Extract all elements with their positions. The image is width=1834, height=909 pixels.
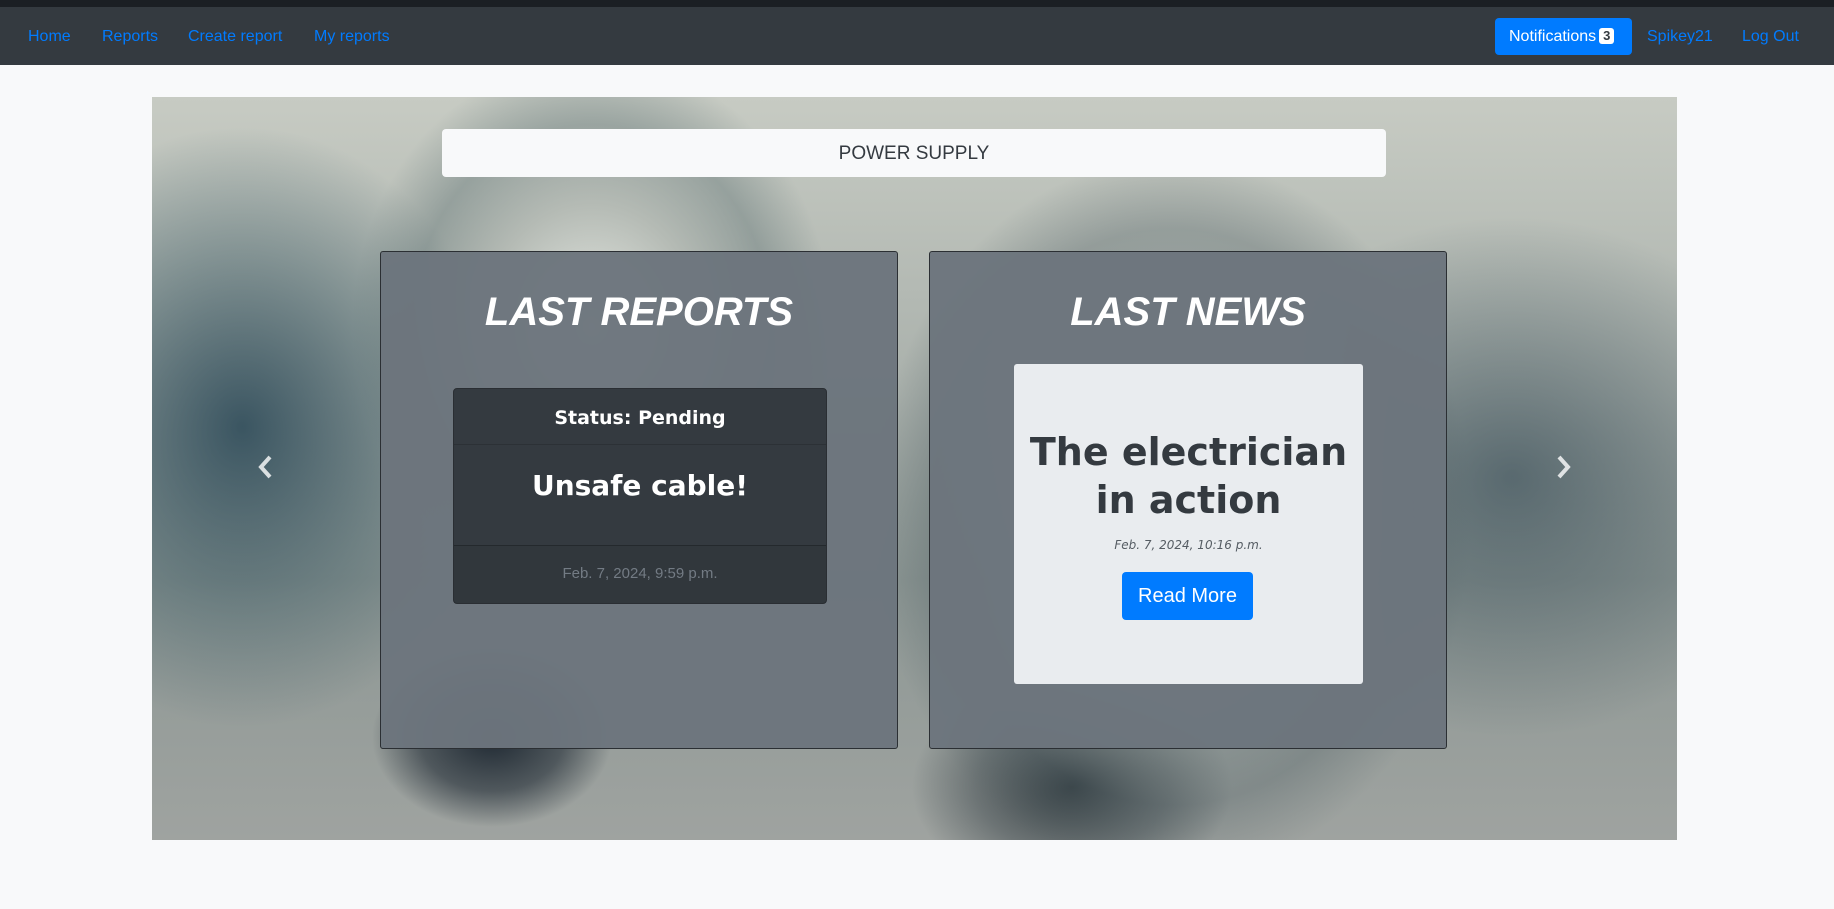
chevron-right-icon	[1557, 455, 1571, 479]
logout-link[interactable]: Log Out	[1742, 7, 1799, 65]
last-news-panel: LAST NEWS The electrician in action Feb.…	[929, 251, 1447, 749]
nav-link-create-report[interactable]: Create report	[188, 7, 282, 65]
last-news-heading: LAST NEWS	[1070, 290, 1306, 334]
nav-link-reports[interactable]: Reports	[102, 7, 158, 65]
news-title: The electrician in action	[1014, 428, 1363, 524]
top-border	[0, 0, 1834, 7]
news-card: The electrician in action Feb. 7, 2024, …	[1014, 364, 1363, 684]
last-reports-heading: LAST REPORTS	[484, 290, 794, 334]
news-title-line-2: in action	[1095, 478, 1282, 522]
category-title-bar: POWER SUPPLY	[442, 129, 1386, 177]
notifications-label: Notifications	[1509, 28, 1597, 45]
news-date: Feb. 7, 2024, 10:16 p.m.	[1114, 538, 1263, 552]
carousel: POWER SUPPLY LAST REPORTS Status: Pendin…	[152, 97, 1677, 840]
navbar: Home Reports Create report My reports No…	[0, 7, 1834, 65]
nav-link-my-reports[interactable]: My reports	[314, 7, 390, 65]
report-title: Unsafe cable!	[531, 469, 749, 502]
news-title-line-1: The electrician	[1029, 430, 1348, 474]
notifications-count-badge: 3	[1599, 28, 1615, 44]
carousel-next-button[interactable]	[1543, 447, 1583, 487]
report-card[interactable]: Status: Pending Unsafe cable! Feb. 7, 20…	[453, 388, 827, 604]
report-status: Status: Pending	[454, 389, 826, 445]
last-reports-panel: LAST REPORTS Status: Pending Unsafe cabl…	[380, 251, 898, 749]
read-more-button[interactable]: Read More	[1122, 572, 1253, 620]
carousel-prev-button[interactable]	[246, 447, 286, 487]
notifications-button[interactable]: Notifications 3	[1495, 18, 1632, 55]
chevron-left-icon	[258, 455, 272, 479]
nav-link-home[interactable]: Home	[28, 7, 71, 65]
user-profile-link[interactable]: Spikey21	[1647, 7, 1713, 65]
report-date: Feb. 7, 2024, 9:59 p.m.	[454, 545, 826, 603]
